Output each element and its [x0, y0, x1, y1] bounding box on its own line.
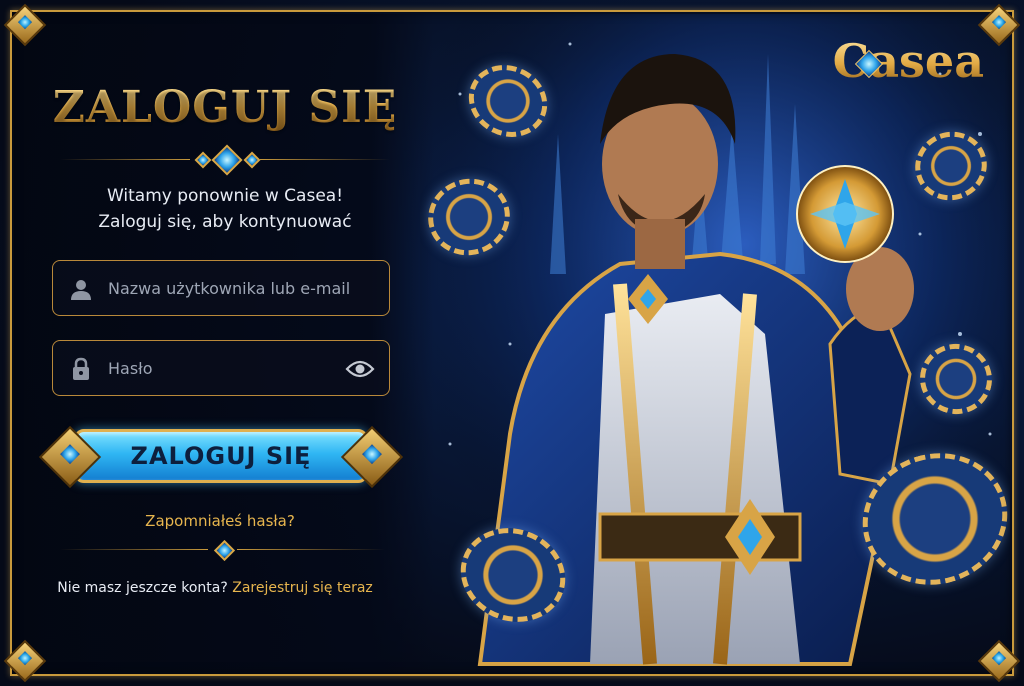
- eye-icon[interactable]: [345, 357, 375, 381]
- username-field[interactable]: Nazwa użytkownika lub e-mail: [52, 260, 390, 316]
- hero-illustration: [420, 14, 1010, 672]
- title-divider: [60, 144, 390, 176]
- forgot-password-link[interactable]: Zapomniałeś hasła?: [0, 512, 440, 530]
- user-icon: [71, 280, 91, 300]
- welcome-line-2: Zaloguj się, aby kontynuować: [98, 212, 352, 232]
- logo-text: asea: [869, 34, 984, 88]
- no-account-text: Nie masz jeszcze konta?: [57, 580, 228, 596]
- login-screen: Casea ZALOGUJ SIĘ Witamy ponownie w Case…: [0, 0, 1024, 686]
- login-button-label: ZALOGUJ SIĘ: [130, 442, 312, 470]
- password-field[interactable]: Hasło: [52, 340, 390, 396]
- login-button[interactable]: ZALOGUJ SIĘ: [38, 421, 404, 491]
- password-placeholder: Hasło: [108, 359, 153, 378]
- lock-icon: [73, 357, 89, 380]
- divider-gem-icon: [213, 539, 236, 562]
- register-row: Nie masz jeszcze konta? Zarejestruj się …: [0, 580, 430, 596]
- divider-gem-icon: [243, 151, 261, 169]
- divider-gem-icon: [194, 151, 212, 169]
- bottom-divider: [60, 539, 385, 562]
- register-link[interactable]: Zarejestruj się teraz: [232, 580, 373, 596]
- login-title: ZALOGUJ SIĘ: [0, 82, 450, 133]
- username-placeholder: Nazwa użytkownika lub e-mail: [108, 279, 351, 298]
- welcome-line-1: Witamy ponownie w Casea!: [106, 186, 344, 206]
- brand-logo: Casea: [833, 34, 984, 94]
